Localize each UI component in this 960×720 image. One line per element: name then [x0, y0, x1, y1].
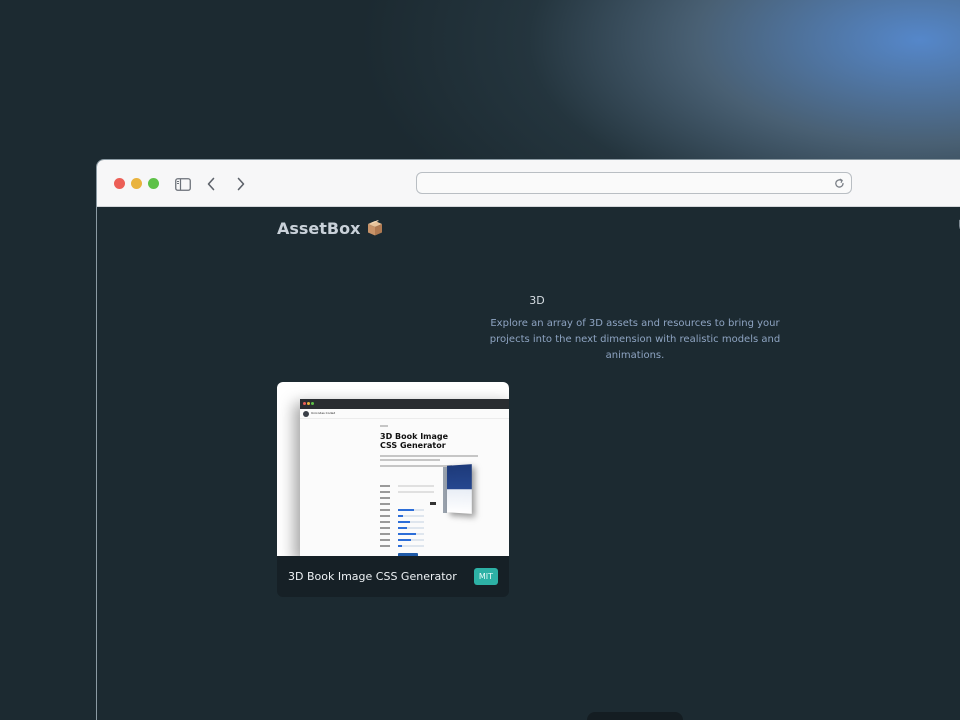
thumbnail-slider: [398, 533, 424, 535]
address-bar[interactable]: [416, 172, 852, 194]
section-description: Explore an array of 3D assets and resour…: [489, 318, 781, 361]
thumbnail-text-line: [380, 425, 388, 427]
zoom-window-button[interactable]: [148, 178, 159, 189]
thumbnail-screenshot: Unicodes Coded 3D Book Image CSS Generat…: [300, 399, 509, 556]
thumbnail-input: [398, 491, 434, 493]
page-content: AssetBox 3D Explore an array of 3D asset…: [97, 207, 960, 720]
thumbnail-text-line: [380, 455, 478, 457]
chevron-left-icon[interactable]: [201, 174, 221, 194]
thumbnail-slider: [398, 527, 424, 529]
box-icon: [368, 220, 383, 236]
section-title: 3D: [529, 294, 545, 307]
thumbnail-slider: [398, 521, 424, 523]
thumbnail-row-label: [380, 527, 390, 529]
thumbnail-row-label: [380, 533, 390, 535]
thumbnail-slider-fill: [398, 545, 402, 547]
thumbnail-row-label: [380, 497, 390, 499]
thumbnail-slider-fill: [398, 521, 410, 523]
thumbnail-text-line: [380, 459, 440, 461]
thumbnail-heading: 3D Book Image CSS Generator: [380, 432, 449, 450]
chevron-right-icon[interactable]: [231, 174, 251, 194]
thumbnail-slider: [398, 515, 424, 517]
browser-window: AssetBox 3D Explore an array of 3D asset…: [96, 159, 960, 720]
thumbnail-row-label: [380, 509, 390, 511]
close-window-button[interactable]: [114, 178, 125, 189]
reload-icon[interactable]: [832, 176, 846, 190]
thumbnail-row-label: [380, 539, 390, 541]
sidebar-icon[interactable]: [173, 174, 193, 194]
thumbnail-slider: [398, 539, 424, 541]
thumbnail-dot: [303, 402, 306, 405]
thumbnail-slider-fill: [398, 509, 414, 511]
thumbnail-dot: [311, 402, 314, 405]
thumbnail-row-label: [380, 485, 390, 487]
thumbnail-slider-fill: [398, 515, 404, 517]
license-badge: MIT: [473, 568, 498, 585]
brand-logo[interactable]: AssetBox: [277, 217, 384, 239]
browser-toolbar: [97, 160, 960, 207]
thumbnail-logo-icon: [303, 411, 309, 417]
card-title[interactable]: 3D Book Image CSS Generator: [288, 570, 457, 583]
thumbnail-row-label: [380, 521, 390, 523]
thumbnail-row-label: [380, 545, 390, 547]
thumbnail-slider-fill: [398, 539, 411, 541]
card-footer: 3D Book Image CSS Generator MIT: [277, 556, 509, 597]
thumbnail-site-name: Unicodes Coded: [311, 411, 336, 415]
thumbnail-toggle: [430, 502, 436, 505]
thumbnail-browser-bar: [300, 399, 509, 409]
thumbnail-slider-fill: [398, 527, 408, 529]
thumbnail-input: [398, 485, 434, 487]
thumbnail-slider-fill: [398, 533, 417, 535]
thumbnail-row-label: [380, 515, 390, 517]
bottom-dock-pill: [587, 712, 683, 720]
thumbnail-slider: [398, 509, 424, 511]
thumbnail-book-icon: [447, 464, 472, 514]
thumbnail-row-label: [380, 491, 390, 493]
thumbnail-text-line: [380, 465, 452, 467]
thumbnail-slider: [398, 545, 424, 547]
brand-name: AssetBox: [277, 218, 361, 238]
thumbnail-dot: [307, 402, 310, 405]
thumbnail-row-label: [380, 503, 390, 505]
minimize-window-button[interactable]: [131, 178, 142, 189]
thumbnail-site-header: Unicodes Coded: [300, 409, 509, 419]
card-thumbnail: Unicodes Coded 3D Book Image CSS Generat…: [277, 382, 509, 556]
asset-card[interactable]: Unicodes Coded 3D Book Image CSS Generat…: [277, 382, 509, 597]
